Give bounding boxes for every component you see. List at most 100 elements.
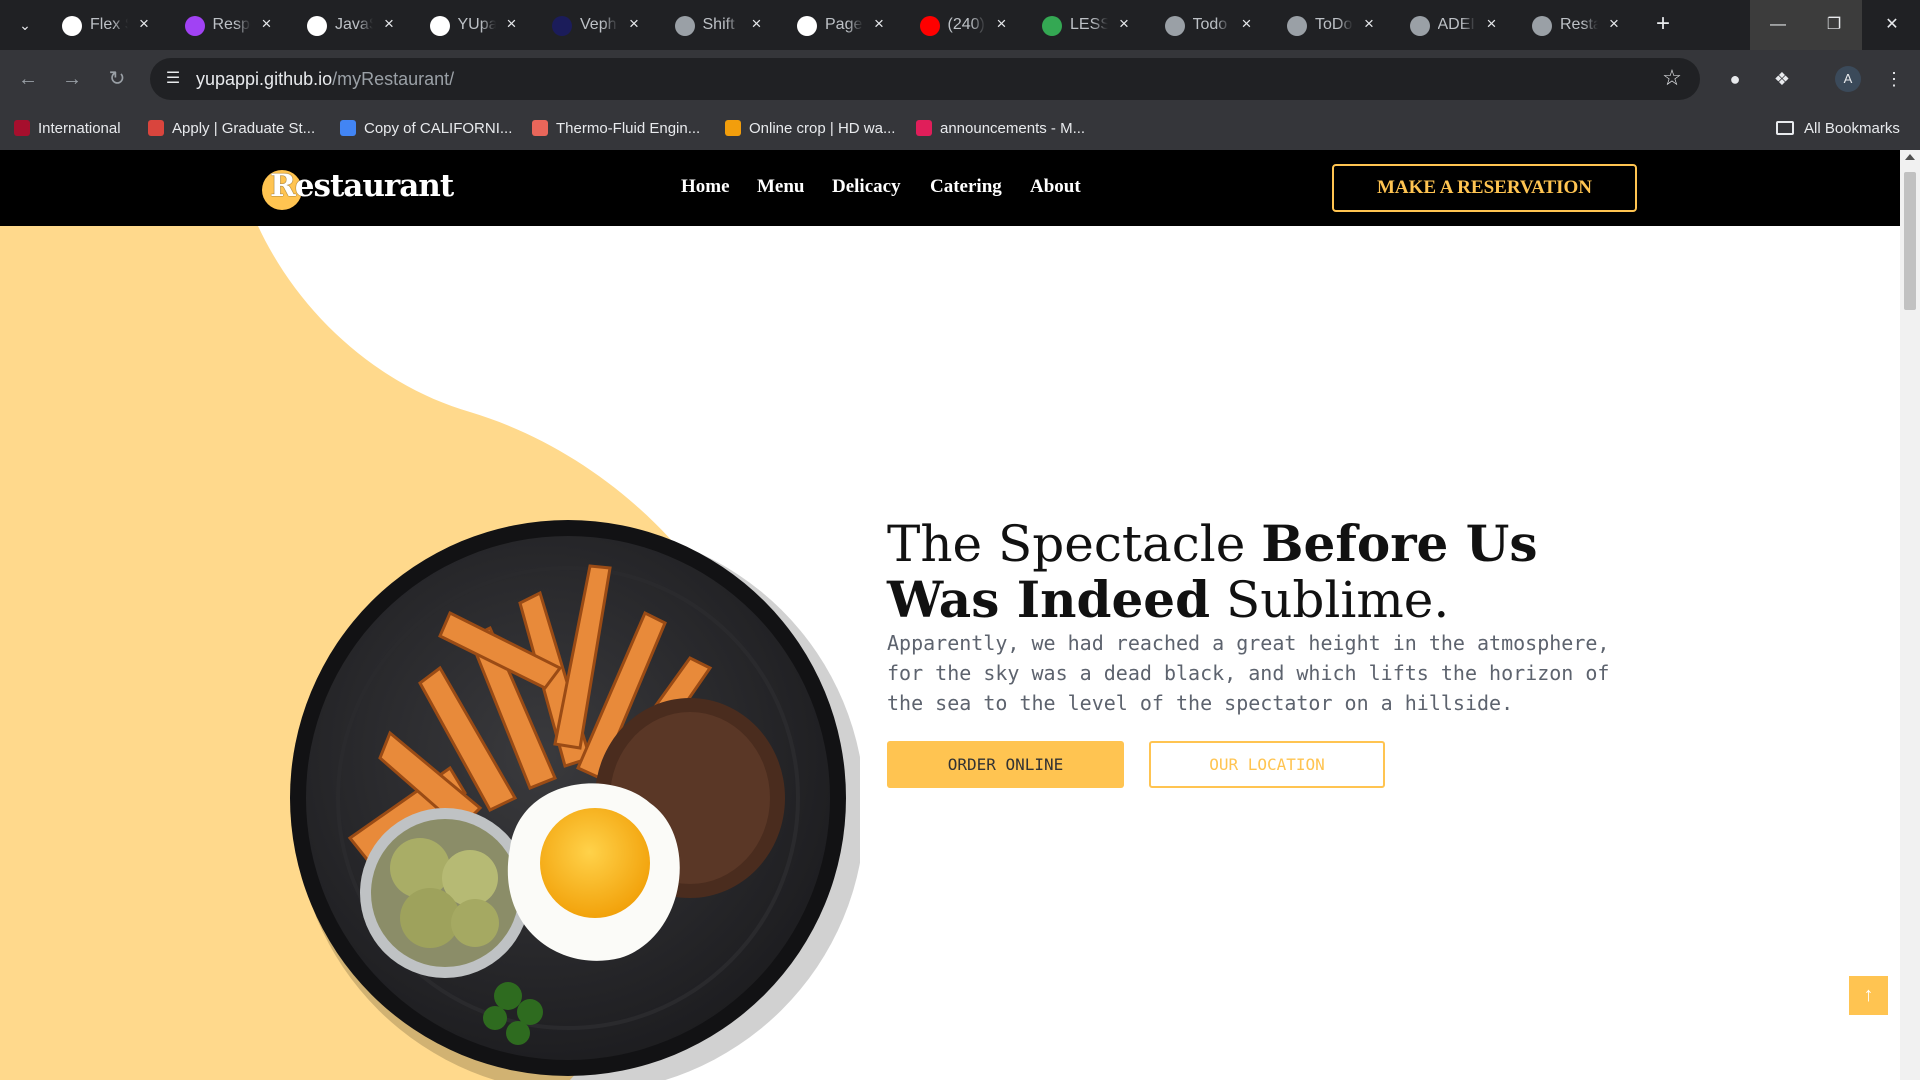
google-drive-icon (1042, 16, 1062, 36)
tab-strip: ⌄ Flex Sl×Respo×JavaSc×YUpa×Veph×Shift×P… (0, 0, 1920, 50)
tab-search-chevron-icon[interactable]: ⌄ (10, 12, 40, 38)
globe-icon (1532, 16, 1552, 36)
bookmark-label: Online crop | HD wa... (749, 120, 896, 137)
tab-title: Veph (580, 16, 617, 33)
tab-close-icon[interactable]: × (379, 14, 399, 34)
bookmark-item[interactable]: Online crop | HD wa... (725, 118, 895, 140)
bookmark-item[interactable]: announcements - M... (916, 118, 1085, 140)
tab-title: YUpa (457, 16, 496, 33)
browser-tab[interactable]: Todo × (1153, 7, 1271, 43)
tab-close-icon[interactable]: × (992, 14, 1012, 34)
close-window-button[interactable]: ✕ (1864, 0, 1920, 50)
tab-title: ToDo (1315, 16, 1353, 33)
page-scrollbar[interactable] (1900, 150, 1920, 1080)
graduate-icon (148, 120, 164, 136)
hero-title-bold-1: Before Us (1261, 514, 1538, 573)
extensions-puzzle-icon[interactable]: ❖ (1768, 65, 1796, 93)
restore-button[interactable]: ❐ (1806, 0, 1862, 50)
bookmark-item[interactable]: Thermo-Fluid Engin... (532, 118, 700, 140)
bookmark-item[interactable]: Apply | Graduate St... (148, 118, 315, 140)
browser-tab[interactable]: ToDo × (1275, 7, 1393, 43)
tab-title: LESS (1070, 16, 1108, 33)
github-icon (429, 16, 450, 36)
forward-icon[interactable]: → (58, 65, 86, 93)
back-icon[interactable]: ← (14, 65, 42, 93)
bookmark-label: Thermo-Fluid Engin... (556, 120, 701, 137)
medium-icon (307, 16, 327, 36)
site-settings-icon[interactable]: ☰ (162, 68, 184, 90)
order-online-button[interactable]: ORDER ONLINE (887, 741, 1124, 788)
nav-catering[interactable]: Catering (930, 176, 1002, 198)
tab-title: Todo (1192, 16, 1228, 33)
folder-icon (1776, 121, 1794, 135)
logo-text: Restaurant (270, 168, 454, 204)
scroll-up-arrow-icon[interactable] (1905, 154, 1915, 160)
bookmark-label: Copy of CALIFORNI... (364, 120, 513, 137)
profile-avatar[interactable]: A (1835, 66, 1861, 92)
hero-title-light-1: The Spectacle (887, 515, 1262, 573)
wsu-icon (14, 120, 30, 136)
our-location-button[interactable]: OUR LOCATION (1149, 741, 1385, 788)
tab-title: (240) (947, 16, 985, 33)
tab-title: Shift (702, 16, 735, 33)
food-plate-image (290, 520, 860, 1080)
bookmark-star-icon[interactable]: ☆ (1660, 66, 1684, 90)
tab-close-icon[interactable]: × (747, 14, 767, 34)
all-bookmarks-button[interactable]: All Bookmarks (1776, 118, 1900, 140)
tab-close-icon[interactable]: × (1114, 14, 1134, 34)
bookmarks-bar: International Apply | Graduate St... Copy … (0, 108, 1920, 150)
browser-tab[interactable]: JavaSc × (295, 7, 413, 43)
vephila-icon (552, 16, 572, 36)
calendar-icon (532, 120, 548, 136)
nav-about[interactable]: About (1030, 176, 1081, 198)
tab-close-icon[interactable]: × (134, 14, 154, 34)
nav-home[interactable]: Home (681, 176, 730, 198)
bookmark-item[interactable]: Copy of CALIFORNI... (340, 118, 512, 140)
browser-tab[interactable]: YUpa × (418, 7, 536, 43)
browser-tab[interactable]: Veph × (540, 7, 658, 43)
url-host: yupappi.github.io (196, 69, 333, 89)
hero-title-bold-2: Was Indeed (887, 570, 1211, 629)
bookmark-label: Apply | Graduate St... (172, 120, 316, 137)
bookmark-label: International (38, 120, 121, 137)
browser-tab[interactable]: (240) × (908, 7, 1026, 43)
reload-icon[interactable]: ↻ (103, 65, 131, 93)
new-tab-button[interactable]: + (1650, 12, 1676, 38)
browser-tab[interactable]: ADEI × (1398, 7, 1516, 43)
nav-delicacy[interactable]: Delicacy (832, 176, 901, 198)
browser-tab[interactable]: Page × (785, 7, 903, 43)
tab-close-icon[interactable]: × (1359, 14, 1379, 34)
browser-tab[interactable]: Flex Sl × (50, 7, 168, 43)
globe-icon (674, 16, 695, 36)
github-icon (797, 16, 817, 36)
tab-title: JavaSc (335, 16, 373, 33)
tab-close-icon[interactable]: × (1482, 14, 1502, 34)
tab-close-icon[interactable]: × (624, 14, 644, 34)
bookmark-item[interactable]: International (14, 118, 121, 140)
scrollbar-thumb[interactable] (1904, 172, 1916, 310)
all-bookmarks-label: All Bookmarks (1804, 120, 1900, 137)
browser-tab[interactable]: Resta × (1520, 7, 1638, 43)
tab-title: Respo (212, 16, 251, 33)
tab-close-icon[interactable]: × (1237, 14, 1257, 34)
browser-toolbar: ← → ↻ ☰ yupappi.github.io/myRestaurant/ … (0, 50, 1920, 108)
browser-tab[interactable]: Respo × (173, 7, 291, 43)
address-bar[interactable]: ☰ yupappi.github.io/myRestaurant/ ☆ (150, 58, 1700, 100)
arrow-up-icon: ↑ (1863, 984, 1874, 1006)
nav-menu[interactable]: Menu (757, 176, 805, 198)
tab-close-icon[interactable]: × (257, 14, 277, 34)
browser-tab[interactable]: LESS × (1030, 7, 1148, 43)
make-reservation-button[interactable]: MAKE A RESERVATION (1332, 164, 1637, 212)
bookmark-label: announcements - M... (940, 120, 1086, 137)
minimize-button[interactable]: — (1750, 0, 1806, 50)
browser-tab[interactable]: Shift × (663, 7, 781, 43)
extension-bug-icon[interactable]: ● (1721, 65, 1749, 93)
google-docs-icon (340, 120, 356, 136)
url-text[interactable]: yupappi.github.io/myRestaurant/ (196, 69, 454, 90)
tab-close-icon[interactable]: × (869, 14, 889, 34)
tab-close-icon[interactable]: × (1604, 14, 1624, 34)
browser-menu-icon[interactable]: ⋮ (1880, 65, 1908, 93)
tab-close-icon[interactable]: × (502, 14, 522, 34)
hero-title: The Spectacle Before Us Was Indeed Sublim… (887, 514, 1687, 629)
scroll-to-top-button[interactable]: ↑ (1849, 976, 1888, 1015)
